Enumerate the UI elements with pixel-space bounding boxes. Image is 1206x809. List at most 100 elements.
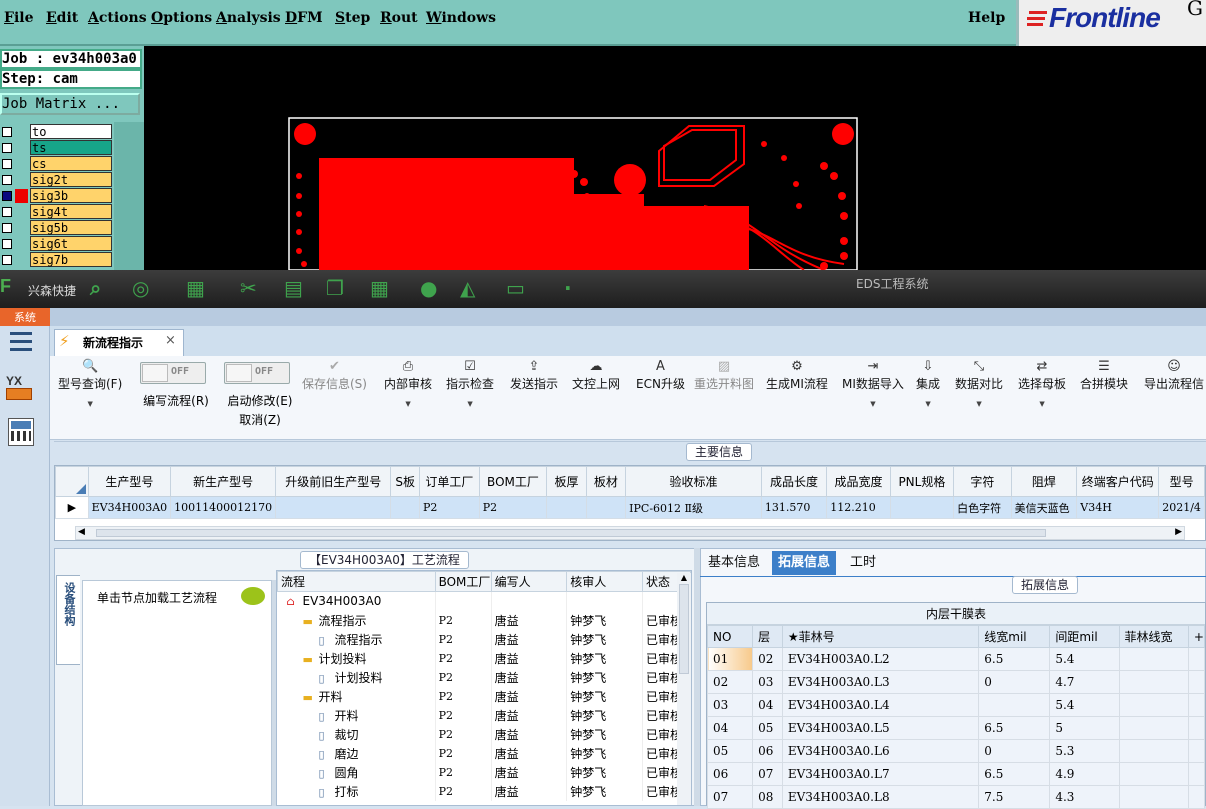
side-tab-equipment[interactable]: 设备结构 [56, 575, 80, 665]
film-row[interactable]: 02 03 EV34H003A0.L3 0 4.7 [706, 670, 1206, 694]
film-cell[interactable]: 07 [706, 785, 754, 809]
film-cell[interactable] [1118, 693, 1189, 717]
dropdown-arrow-icon[interactable]: ▼ [955, 400, 1003, 408]
folder-icon[interactable]: ▬ [303, 615, 319, 628]
film-cell[interactable] [1187, 716, 1206, 740]
film-row[interactable]: 03 04 EV34H003A0.L4 5.4 [706, 693, 1206, 717]
menu-actions[interactable]: Actions [88, 10, 147, 26]
ribbon-button-9[interactable]: ▨ 重选开料图 [694, 358, 754, 392]
dropdown-arrow-icon[interactable]: ▼ [58, 400, 122, 408]
grid-cell[interactable]: P2 [478, 496, 548, 519]
layer-row[interactable]: to [0, 124, 144, 140]
tree-vertical-scrollbar[interactable]: ▲ [677, 573, 691, 805]
layer-checkbox[interactable] [2, 159, 12, 169]
system-tab[interactable]: 系统 [0, 308, 50, 326]
ribbon-button-5[interactable]: ☑ 指示检查 ▼ [446, 358, 494, 408]
grid-cell[interactable]: 10011400012170 [170, 496, 277, 519]
layer-row[interactable]: cs [0, 156, 144, 172]
film-cell[interactable] [1187, 739, 1206, 763]
menu-edit[interactable]: Edit [46, 10, 78, 26]
table-icon[interactable]: ▦ [186, 276, 205, 300]
tab-new-process[interactable]: ⚡ 新流程指示 × [54, 329, 184, 356]
user-icon[interactable]: ● [420, 276, 437, 300]
film-column-header[interactable]: 间距mil [1049, 625, 1120, 648]
film-cell[interactable]: EV34H003A0.L6 [781, 739, 980, 763]
film-cell[interactable]: 01 [706, 647, 754, 671]
film-cell[interactable] [1187, 647, 1206, 671]
film-cell[interactable]: EV34H003A0.L4 [781, 693, 980, 717]
film-cell[interactable]: EV34H003A0.L2 [781, 647, 980, 671]
film-cell[interactable]: 5 [1049, 716, 1120, 740]
menu-options[interactable]: Options [151, 10, 212, 26]
dropdown-arrow-icon[interactable]: ▼ [1018, 400, 1066, 408]
layer-checkbox[interactable] [2, 127, 12, 137]
tree-row[interactable]: ▯ 磨边 P2 唐益 钟梦飞 已审核 [277, 743, 691, 763]
tree-row[interactable]: ▬ 计划投料 P2 唐益 钟梦飞 已审核 [277, 648, 691, 668]
film-row[interactable]: 01 02 EV34H003A0.L2 6.5 5.4 [706, 647, 1206, 671]
grid-cell[interactable]: 2021/4 [1158, 496, 1205, 519]
film-cell[interactable]: 4.3 [1049, 785, 1120, 809]
tree-row[interactable]: ▯ 计划投料 P2 唐益 钟梦飞 已审核 [277, 667, 691, 687]
search-icon[interactable]: ⌕ [90, 276, 101, 300]
splitter[interactable] [272, 580, 276, 806]
dropdown-arrow-icon[interactable]: ▼ [446, 400, 494, 408]
ribbon-button-10[interactable]: ⚙ 生成MI流程 [766, 358, 828, 392]
film-row[interactable]: 05 06 EV34H003A0.L6 0 5.3 [706, 739, 1206, 763]
layer-row[interactable]: sig7b [0, 252, 144, 268]
column-header[interactable]: 型号 [1158, 466, 1205, 497]
film-cell[interactable]: 4.9 [1049, 762, 1120, 786]
film-cell[interactable] [1187, 762, 1206, 786]
film-column-header[interactable]: ★菲林号 [781, 625, 980, 648]
grid-cell[interactable]: IPC-6012 Ⅱ级 [625, 496, 762, 519]
film-cell[interactable]: 4.7 [1049, 670, 1120, 694]
grid-cell[interactable] [585, 496, 627, 519]
tree-column-header[interactable]: 编写人 [490, 571, 568, 592]
column-header[interactable]: 终端客户代码 [1076, 466, 1160, 497]
menu-analysis[interactable]: Analysis [216, 10, 281, 26]
tree-row[interactable]: ▯ 打标 P2 唐益 钟梦飞 已审核 [277, 781, 691, 801]
menu-windows[interactable]: Windows [426, 10, 496, 26]
layer-checkbox[interactable] [2, 143, 12, 153]
menu-dfm[interactable]: DFM [285, 10, 323, 26]
layer-checkbox[interactable] [2, 175, 12, 185]
ribbon-button-0[interactable]: 🔍 型号查询(F) ▼ [58, 358, 122, 408]
menu-help[interactable]: Help [968, 10, 1005, 26]
layer-row[interactable]: sig6t [0, 236, 144, 252]
film-cell[interactable]: EV34H003A0.L3 [781, 670, 980, 694]
grid-icon[interactable]: ▦ [370, 276, 389, 300]
film-cell[interactable]: EV34H003A0.L5 [781, 716, 980, 740]
layer-checkbox[interactable] [2, 191, 12, 201]
column-header[interactable]: 板厚 [546, 466, 587, 497]
grid-cell[interactable]: 白色字符 [953, 496, 1012, 519]
column-header[interactable]: 订单工厂 [418, 466, 480, 497]
film-cell[interactable]: 05 [706, 739, 754, 763]
film-cell[interactable]: 6.5 [978, 647, 1051, 671]
film-column-header[interactable]: NO [706, 625, 754, 648]
ribbon-button-12[interactable]: ⇩ 集成 ▼ [916, 358, 940, 408]
tree-column-header[interactable]: 流程 [277, 571, 436, 592]
scissors-icon[interactable]: ✂ [240, 276, 257, 300]
film-column-header[interactable]: 层 [752, 625, 783, 648]
layer-checkbox[interactable] [2, 239, 12, 249]
folder-icon[interactable]: ▬ [303, 653, 319, 666]
menu-file[interactable]: File [4, 10, 34, 26]
toggle-1[interactable]: OFF 编写流程(R) [136, 362, 216, 409]
layer-row[interactable]: ts [0, 140, 144, 156]
folder-icon[interactable]: ▬ [303, 691, 319, 704]
home-icon[interactable]: ⌂ [287, 595, 303, 608]
film-row[interactable]: 06 07 EV34H003A0.L7 6.5 4.9 [706, 762, 1206, 786]
calculator-icon[interactable] [8, 418, 34, 446]
ribbon-button-14[interactable]: ⇄ 选择母板 ▼ [1018, 358, 1066, 408]
film-cell[interactable] [1118, 785, 1189, 809]
horizontal-scrollbar[interactable]: ◀ ▶ [75, 526, 1185, 540]
layer-checkbox[interactable] [2, 255, 12, 265]
layer-row[interactable]: sig3b [0, 188, 144, 204]
grid-cell[interactable]: 美信天蓝色 [1010, 496, 1078, 519]
film-cell[interactable] [978, 693, 1051, 717]
tree-row[interactable]: ▯ 开料 P2 唐益 钟梦飞 已审核 [277, 705, 691, 725]
film-cell[interactable]: 04 [752, 693, 783, 717]
film-cell[interactable]: 5.4 [1049, 693, 1120, 717]
chart-icon[interactable]: ◭ [460, 276, 475, 300]
factory-icon[interactable]: YX [6, 374, 36, 404]
grid-cell[interactable]: 112.210 [826, 496, 891, 519]
